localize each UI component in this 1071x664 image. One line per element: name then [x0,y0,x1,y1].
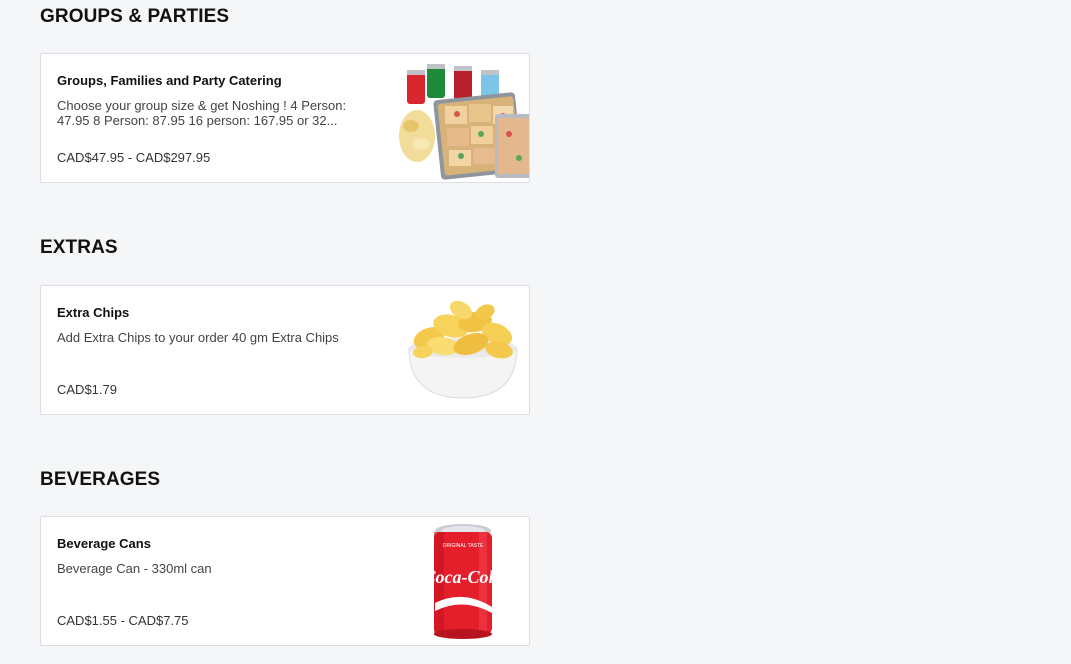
item-description: Choose your group size & get Noshing ! 4… [57,98,347,128]
can-logo-text: Coca-Cola [424,567,503,587]
soda-can-image: ORIGINAL TASTE Coca-Cola [399,517,529,645]
chips-bowl-image [399,286,529,414]
section-title-groups: GROUPS & PARTIES [40,6,230,27]
item-description: Add Extra Chips to your order 40 gm Extr… [57,330,339,345]
item-price: CAD$1.55 - CAD$7.75 [57,613,189,628]
menu-item-card-extra-chips[interactable]: Extra Chips Add Extra Chips to your orde… [40,285,530,415]
section-title-beverages: BEVERAGES [40,469,161,490]
item-name: Extra Chips [57,305,130,320]
item-name: Beverage Cans [57,536,151,551]
menu-item-card-catering[interactable]: Groups, Families and Party Catering Choo… [40,53,530,183]
can-tagline-text: ORIGINAL TASTE [443,543,484,549]
item-name: Groups, Families and Party Catering [57,73,282,88]
menu-page: GROUPS & PARTIES Groups, Families and Pa… [0,0,1071,664]
catering-platter-image [399,54,529,182]
menu-item-card-beverage-cans[interactable]: Beverage Cans Beverage Can - 330ml can C… [40,516,530,646]
item-price: CAD$1.79 [57,382,117,397]
item-price: CAD$47.95 - CAD$297.95 [57,150,211,165]
item-description: Beverage Can - 330ml can [57,561,212,576]
section-title-extras: EXTRAS [40,237,118,258]
